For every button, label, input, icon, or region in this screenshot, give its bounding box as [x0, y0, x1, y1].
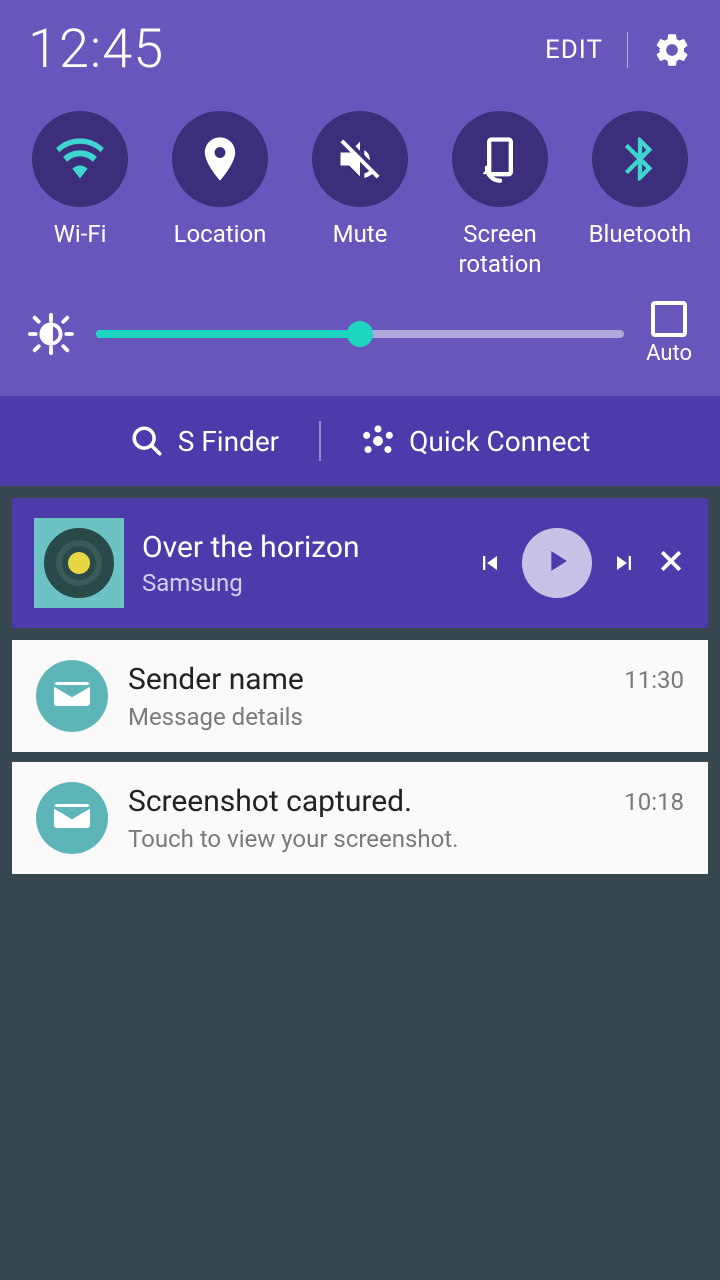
sfinder-label: S Finder: [178, 425, 279, 458]
toggle-label: Location: [174, 219, 267, 279]
auto-brightness-toggle[interactable]: Auto: [646, 301, 692, 366]
toggle-label: Screen rotation: [435, 219, 565, 279]
notification-title: Sender name: [128, 662, 604, 697]
notification-app-icon: [36, 782, 108, 854]
location-icon: [194, 133, 246, 185]
quickconnect-icon: [361, 424, 395, 458]
close-icon: [656, 561, 686, 580]
screen-rotation-icon: [474, 133, 526, 185]
edit-button[interactable]: EDIT: [545, 35, 603, 65]
notification-area: Over the horizon Samsung Sender name Mes…: [0, 486, 720, 896]
quickconnect-label: Quick Connect: [409, 425, 590, 458]
quickconnect-button[interactable]: Quick Connect: [321, 424, 630, 458]
sfinder-quickconnect-bar: S Finder Quick Connect: [0, 396, 720, 486]
toggle-label: Mute: [333, 219, 388, 279]
mail-icon: [54, 803, 90, 833]
previous-button[interactable]: [476, 549, 504, 577]
album-art: [34, 518, 124, 608]
slider-thumb[interactable]: [347, 321, 373, 347]
notification-detail: Message details: [128, 703, 604, 731]
bluetooth-icon: [614, 133, 666, 185]
mail-icon: [54, 681, 90, 711]
track-info: Over the horizon Samsung: [142, 530, 458, 597]
play-button[interactable]: [522, 528, 592, 598]
toggle-label: Bluetooth: [589, 219, 692, 279]
toggle-wifi[interactable]: Wi-Fi: [15, 111, 145, 279]
sfinder-button[interactable]: S Finder: [90, 424, 319, 458]
mute-icon: [334, 133, 386, 185]
notification-item[interactable]: Sender name Message details 11:30: [12, 640, 708, 752]
notification-time: 10:18: [624, 788, 684, 816]
divider: [627, 32, 628, 68]
toggle-screen-rotation[interactable]: Screen rotation: [435, 111, 565, 279]
settings-button[interactable]: [652, 30, 692, 70]
quick-toggles-row: Wi-Fi Location Mute Screen rotation Blue…: [0, 91, 720, 279]
checkbox-icon: [651, 301, 687, 337]
toggle-bluetooth[interactable]: Bluetooth: [575, 111, 705, 279]
toggle-mute[interactable]: Mute: [295, 111, 425, 279]
toggle-location[interactable]: Location: [155, 111, 285, 279]
notification-title: Screenshot captured.: [128, 784, 604, 819]
gear-icon: [652, 30, 692, 70]
close-button[interactable]: [656, 546, 686, 580]
notification-item[interactable]: Screenshot captured. Touch to view your …: [12, 762, 708, 874]
track-title: Over the horizon: [142, 530, 458, 565]
header-actions: EDIT: [545, 30, 692, 70]
wifi-icon: [54, 133, 106, 185]
toggle-label: Wi-Fi: [54, 219, 107, 279]
quick-settings-panel: 12:45 EDIT Wi-Fi Location: [0, 0, 720, 396]
brightness-slider[interactable]: [96, 330, 624, 338]
notification-time: 11:30: [624, 666, 684, 694]
skip-next-icon: [610, 549, 638, 577]
track-artist: Samsung: [142, 569, 458, 597]
brightness-row: Auto: [0, 279, 720, 396]
notification-detail: Touch to view your screenshot.: [128, 825, 604, 853]
next-button[interactable]: [610, 549, 638, 577]
media-player-notification[interactable]: Over the horizon Samsung: [12, 498, 708, 628]
brightness-icon: [28, 311, 74, 357]
clock: 12:45: [28, 18, 164, 81]
header-row: 12:45 EDIT: [0, 0, 720, 91]
play-icon: [540, 544, 574, 582]
search-icon: [130, 424, 164, 458]
slider-fill: [96, 330, 360, 338]
notification-app-icon: [36, 660, 108, 732]
auto-label: Auto: [646, 341, 692, 366]
skip-previous-icon: [476, 549, 504, 577]
